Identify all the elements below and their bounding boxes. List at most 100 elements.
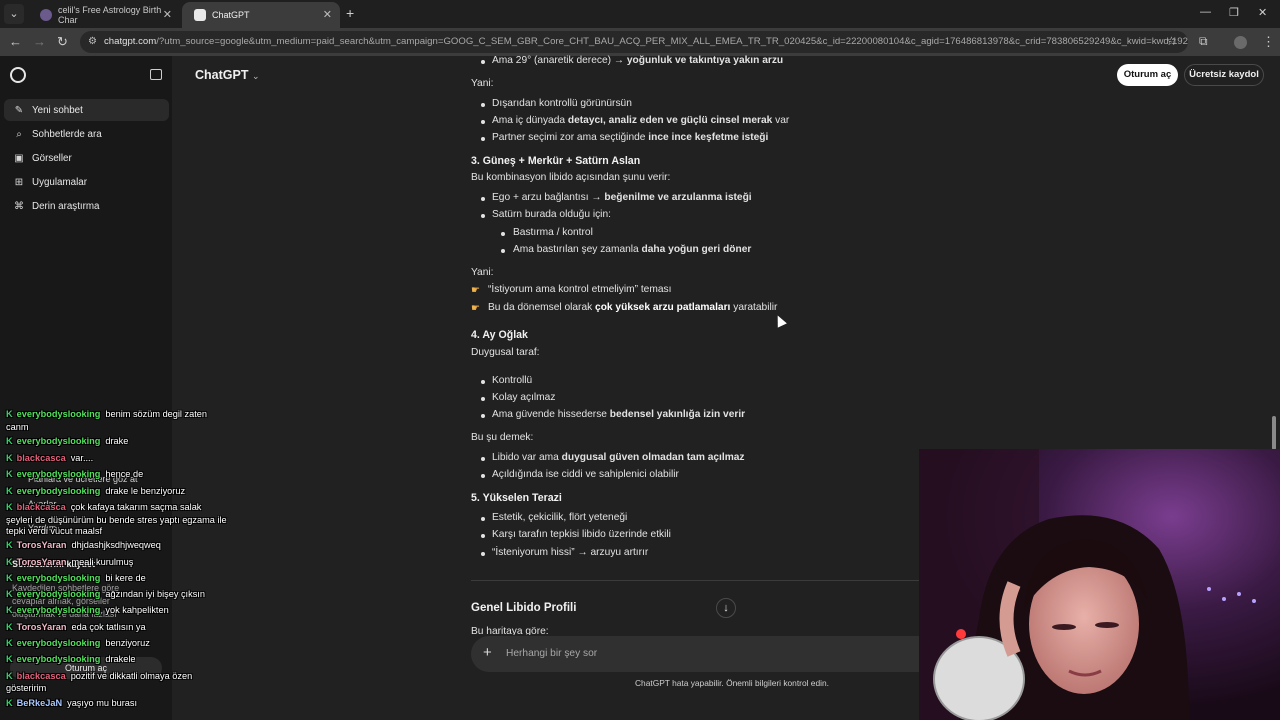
- sidebar-item-label: Derin araştırma: [32, 200, 100, 212]
- nested-list-item: Bastırma / kontrol: [501, 227, 593, 238]
- chat-message: Keverybodyslooking ağzından iyi bişey çık…: [6, 589, 205, 599]
- disclaimer: ChatGPT hata yapabilir. Önemli bilgileri…: [635, 678, 829, 688]
- sidebar-item-label: Sohbetlerde ara: [32, 128, 102, 140]
- attach-plus-icon[interactable]: +: [483, 644, 492, 661]
- tab-search-button[interactable]: ⌄: [4, 4, 24, 24]
- pointing-hand-icon: ☛: [471, 285, 480, 296]
- close-window-button[interactable]: ✕: [1258, 6, 1267, 19]
- chat-badge-icon: K: [6, 638, 13, 648]
- reload-icon[interactable]: ↻: [57, 34, 68, 50]
- profile-avatar-icon[interactable]: [1234, 36, 1247, 49]
- list-item: Libido var ama duygusal güven olmadan ta…: [481, 452, 745, 463]
- astrology-favicon-icon: [40, 9, 52, 21]
- sidebar-item-deep-research[interactable]: ⌘ Derin araştırma: [4, 195, 169, 217]
- image-icon: ▣: [14, 152, 24, 164]
- chat-badge-icon: K: [6, 409, 13, 419]
- browser-menu-icon[interactable]: ⋮: [1262, 34, 1275, 50]
- section-heading: 5. Yükselen Terazi: [471, 492, 562, 504]
- list-item: Ama iç dünyada detaycı, analiz eden ve g…: [480, 115, 790, 126]
- chatgpt-favicon-icon: [194, 9, 206, 21]
- sidebar-item-apps[interactable]: ⊞ Uygulamalar: [4, 171, 169, 193]
- login-button[interactable]: Oturum aç: [1117, 64, 1178, 86]
- chat-badge-icon: K: [6, 486, 13, 496]
- paragraph: Bu kombinasyon libido açısından şunu ver…: [471, 172, 671, 183]
- pointer-line: “İstiyorum ama kontrol etmeliyim” teması: [488, 284, 672, 295]
- apps-icon: ⊞: [14, 176, 24, 188]
- chat-message: K BeRkeJaN yaşıyo mu burası: [6, 698, 138, 708]
- list-item: Karşı tarafın tepkisi libido üzerinde et…: [481, 529, 671, 540]
- chat-message-cont: gösteririm: [6, 683, 47, 693]
- chat-badge-icon: K: [6, 557, 13, 567]
- chat-message: Kblackcasca çok kafaya takarım saçma sala…: [6, 502, 202, 512]
- chat-message: Keverybodyslooking yok kahpelikten: [6, 605, 169, 615]
- chat-message: Keverybodyslooking drake: [6, 436, 129, 446]
- chat-badge-icon: K: [6, 654, 13, 664]
- tab-close-icon[interactable]: ✕: [163, 8, 172, 21]
- new-tab-button[interactable]: +: [346, 5, 354, 21]
- scroll-down-button[interactable]: ↓: [716, 598, 736, 618]
- sidebar: ✎ Yeni sohbet ⌕ Sohbetlerde ara ▣ Görsel…: [0, 56, 172, 720]
- tab-astrology[interactable]: celil's Free Astrology Birth Char ✕: [28, 2, 180, 28]
- nested-list-item: Ama bastırılan şey zamanla daha yoğun ge…: [500, 244, 752, 255]
- scrollbar-thumb[interactable]: [1272, 416, 1276, 450]
- sidebar-toggle-icon[interactable]: [150, 69, 162, 80]
- paragraph: Yani:: [471, 78, 494, 89]
- sidebar-item-new-chat[interactable]: ✎ Yeni sohbet: [4, 99, 169, 121]
- prompt-composer[interactable]: + Herhangi bir şey sor: [471, 636, 919, 672]
- url-host: chatgpt.com: [104, 36, 157, 47]
- chat-message: Kblackcasca var....: [6, 453, 94, 463]
- chat-message-cont: şeyleri de düşünürüm bu bende stres yapt…: [6, 515, 227, 525]
- minimize-button[interactable]: —: [1200, 6, 1211, 18]
- paragraph: Bu şu demek:: [471, 432, 534, 443]
- sidebar-item-search[interactable]: ⌕ Sohbetlerde ara: [4, 123, 169, 145]
- prompt-input[interactable]: Herhangi bir şey sor: [506, 648, 597, 659]
- tab-title: ChatGPT: [212, 10, 250, 20]
- divider: [471, 580, 919, 581]
- edit-icon: ✎: [14, 104, 24, 116]
- chat-message: K TorosYaran eda çok tatlısın ya: [6, 622, 146, 632]
- openai-logo-icon[interactable]: [10, 67, 26, 83]
- list-item: Kolay açılmaz: [480, 392, 556, 403]
- chat-message: K TorosYaran dhjdashjksdhjweqweq: [6, 540, 161, 550]
- list-item: Estetik, çekicilik, flört yeteneği: [480, 512, 628, 523]
- forward-icon[interactable]: →: [33, 34, 46, 49]
- model-name: ChatGPT: [195, 68, 249, 82]
- search-icon: ⌕: [16, 128, 22, 140]
- chat-message: Keverybodyslooking hence de: [6, 469, 144, 479]
- chat-message: Keverybodyslooking benziyoruz: [6, 638, 150, 648]
- back-icon[interactable]: ←: [9, 34, 22, 49]
- browser-tab-bar: ⌄ celil's Free Astrology Birth Char ✕ Ch…: [0, 0, 1280, 28]
- chat-badge-icon: K: [6, 436, 13, 446]
- chat-message-cont: tepki verdi vücut maalsf: [6, 526, 102, 536]
- webcam-image: [919, 449, 1280, 720]
- list-item: Ama güvende hissederse bedensel yakınlığ…: [480, 409, 746, 420]
- list-item: Partner seçimi zor ama seçtiğinde ince i…: [480, 132, 769, 143]
- model-selector[interactable]: ChatGPT ⌄: [195, 68, 260, 82]
- signup-button[interactable]: Ücretsiz kaydol: [1184, 64, 1264, 86]
- paragraph: Yani:: [471, 267, 494, 278]
- chat-message: Kblackcasca pozitif ve dikkatli olmaya öz…: [6, 671, 193, 681]
- sidebar-item-images[interactable]: ▣ Görseller: [4, 147, 169, 169]
- chat-message: Keverybodyslooking drake le benziyoruz: [6, 486, 186, 496]
- sidebar-item-label: Görseller: [32, 152, 72, 164]
- tab-chatgpt[interactable]: ChatGPT ✕: [182, 2, 340, 28]
- extensions-icon[interactable]: ⧉: [1199, 34, 1208, 49]
- bookmark-star-icon[interactable]: ☆: [1166, 34, 1177, 48]
- address-bar[interactable]: ⚙ chatgpt.com/?utm_source=google&utm_med…: [80, 31, 1188, 53]
- sidebar-item-label: Yeni sohbet: [32, 104, 83, 116]
- paragraph: Bu haritaya göre:: [471, 626, 549, 635]
- pointing-hand-icon: ☛: [471, 303, 480, 314]
- chat-badge-icon: K: [6, 698, 13, 708]
- tab-title: celil's Free Astrology Birth Char: [58, 5, 162, 25]
- research-icon: ⌘: [14, 200, 24, 212]
- chat-badge-icon: K: [6, 453, 13, 463]
- list-item: Dışarıdan kontrollü görünürsün: [481, 98, 632, 109]
- chat-badge-icon: K: [6, 589, 13, 599]
- chat-badge-icon: K: [6, 671, 13, 681]
- arrow-down-icon: ↓: [723, 602, 729, 614]
- site-info-icon[interactable]: ⚙: [88, 31, 97, 53]
- tab-close-icon[interactable]: ✕: [323, 8, 332, 21]
- restore-button[interactable]: ❐: [1229, 6, 1239, 19]
- list-item: Satürn burada olduğu için:: [481, 209, 611, 220]
- chat-badge-icon: K: [6, 502, 13, 512]
